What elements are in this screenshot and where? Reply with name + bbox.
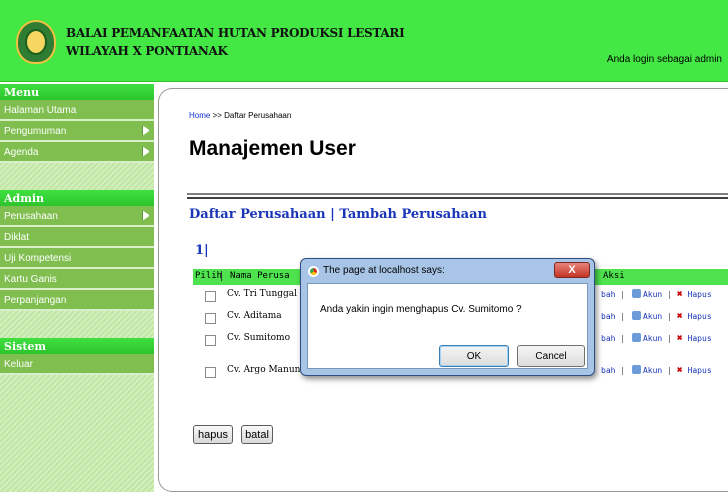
ok-button[interactable]: OK [439,345,509,367]
sidebar-item-agenda[interactable]: Agenda [0,142,154,163]
list-companies-link[interactable]: Daftar Perusahaan [189,207,326,222]
close-button[interactable]: X [554,262,590,278]
delete-link[interactable]: Hapus [688,334,712,343]
row-actions: bah | Akun | ✖ Hapus [601,333,712,344]
dialog-title: The page at localhost says: [323,265,445,276]
delete-link[interactable]: Hapus [688,312,712,321]
account-icon [631,311,641,320]
org-name-line2: WILAYAH X PONTIANAK [66,44,228,58]
sidebar-item-halaman-utama[interactable]: Halaman Utama [0,100,154,121]
column-header-aksi: Aksi [603,271,625,281]
account-link[interactable]: Akun [643,312,662,321]
breadcrumb: Home >> Daftar Perusahaan [189,111,291,120]
column-header-nama: Nama Perusa [221,271,290,281]
account-link[interactable]: Akun [643,334,662,343]
breadcrumb-home-link[interactable]: Home [189,111,210,120]
site-header: BALAI PEMANFAATAN HUTAN PRODUKSI LESTARI… [0,0,728,82]
account-icon [631,365,641,374]
title-divider [187,197,728,199]
sidebar-item-label: Agenda [4,147,39,158]
sidebar-item-pengumuman[interactable]: Pengumuman [0,121,154,142]
account-link[interactable]: Akun [643,290,662,299]
dialog-message: Anda yakin ingin menghapus Cv. Sumitomo … [320,304,522,315]
company-name: Cv. Sumitomo [227,333,290,343]
submenu-arrow-icon [142,210,150,221]
account-link[interactable]: Akun [643,366,662,375]
sidebar-item-kartu-ganis[interactable]: Kartu Ganis [0,269,154,290]
edit-link[interactable]: bah [601,312,615,321]
delete-link[interactable]: Hapus [688,290,712,299]
sidebar-item-label: Halaman Utama [4,105,77,116]
dialog-body: Anda yakin ingin menghapus Cv. Sumitomo … [307,283,588,369]
row-actions: bah | Akun | ✖ Hapus [601,311,712,322]
add-company-link[interactable]: Tambah Perusahaan [339,207,487,222]
edit-link[interactable]: bah [601,366,615,375]
chrome-icon [308,266,319,277]
sidebar-item-label: Uji Kompetensi [4,253,72,264]
submenu-arrow-icon [142,146,150,157]
org-logo-icon [16,20,56,64]
sidebar-item-label: Pengumuman [4,126,67,137]
delete-link[interactable]: Hapus [688,366,712,375]
sidebar-item-perusahaan[interactable]: Perusahaan [0,206,154,227]
title-divider [187,193,728,195]
account-icon [631,289,641,298]
sidebar-item-keluar[interactable]: Keluar [0,354,154,375]
confirm-dialog: The page at localhost says: X Anda yakin… [300,258,595,376]
sidebar-item-label: Perusahaan [4,211,58,222]
row-checkbox[interactable] [205,335,216,346]
delete-icon: ✖ [676,365,683,376]
page-title: Manajemen User [189,137,356,160]
sidebar-item-label: Keluar [4,359,33,370]
company-name: Cv. Tri Tunggal [227,289,298,299]
row-actions: bah | Akun | ✖ Hapus [601,365,712,376]
sidebar-section-sistem: Sistem [0,338,154,354]
column-header-pilih: Pilih [195,271,223,281]
sidebar-item-perpanjangan[interactable]: Perpanjangan [0,290,154,311]
row-checkbox[interactable] [205,291,216,302]
sidebar: Menu Halaman Utama Pengumuman Agenda Adm… [0,84,154,492]
sidebar-section-menu: Menu [0,84,154,100]
sidebar-item-diklat[interactable]: Diklat [0,227,154,248]
row-checkbox[interactable] [205,313,216,324]
sidebar-item-label: Perpanjangan [4,295,67,306]
sidebar-section-admin: Admin [0,190,154,206]
breadcrumb-current: Daftar Perusahaan [224,111,292,120]
account-icon [631,333,641,342]
delete-icon: ✖ [676,333,683,344]
sidebar-item-uji-kompetensi[interactable]: Uji Kompetensi [0,248,154,269]
org-name-line1: BALAI PEMANFAATAN HUTAN PRODUKSI LESTARI [66,26,405,40]
cancel-selection-button[interactable]: batal [241,425,273,444]
delete-icon: ✖ [676,311,683,322]
subnav-divider: | [330,207,335,222]
pagination[interactable]: 1| [195,243,209,258]
sub-navigation: Daftar Perusahaan | Tambah Perusahaan [189,207,487,222]
row-checkbox[interactable] [205,367,216,378]
sidebar-item-label: Diklat [4,232,30,243]
delete-icon: ✖ [676,289,683,300]
breadcrumb-separator: >> [212,111,222,120]
edit-link[interactable]: bah [601,334,615,343]
company-name: Cv. Aditama [227,311,282,321]
row-actions: bah | Akun | ✖ Hapus [601,289,712,300]
edit-link[interactable]: bah [601,290,615,299]
delete-selected-button[interactable]: hapus [193,425,233,444]
cancel-button[interactable]: Cancel [517,345,585,367]
submenu-arrow-icon [142,125,150,136]
login-status: Anda login sebagai admin [606,54,722,65]
sidebar-item-label: Kartu Ganis [4,274,57,285]
